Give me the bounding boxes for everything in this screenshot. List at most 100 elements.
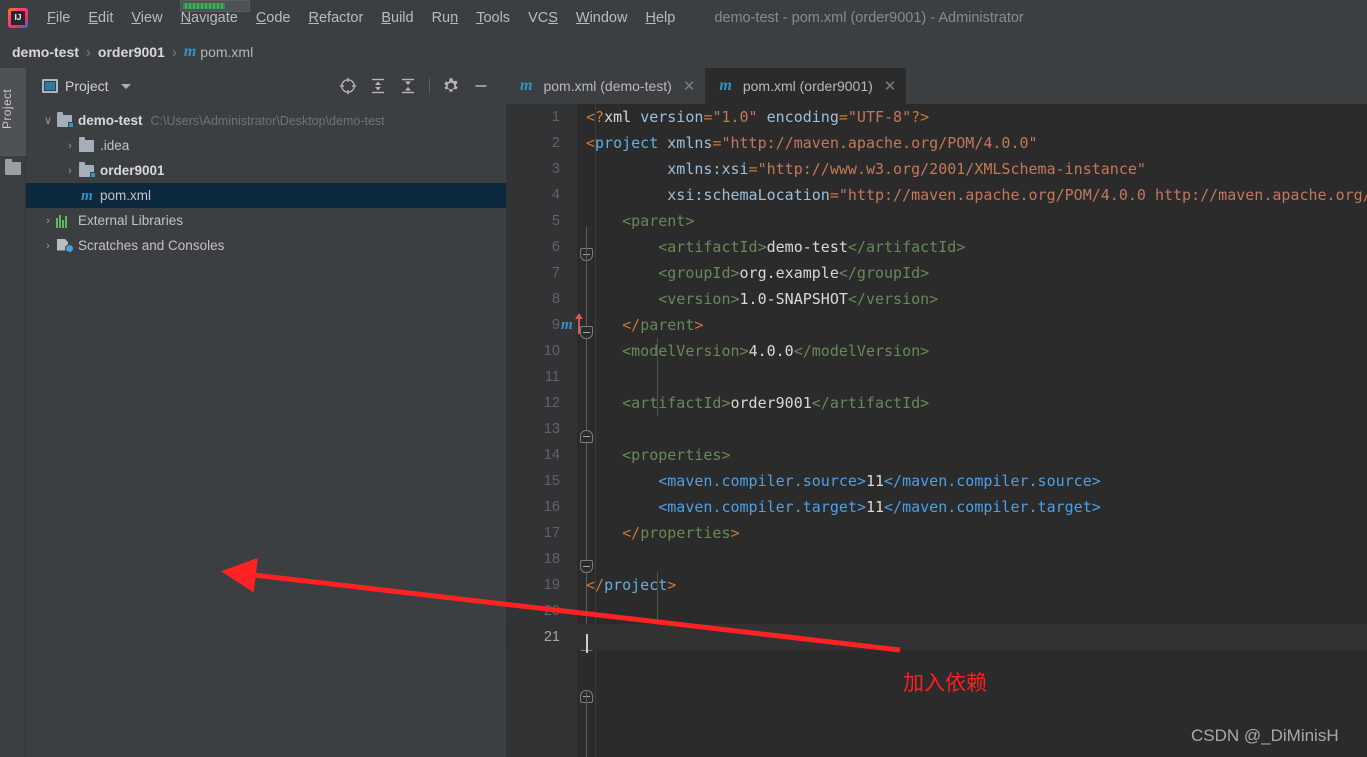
line-number: 19 xyxy=(543,577,560,593)
line-number: 20 xyxy=(543,603,560,619)
tree-node-demo-test[interactable]: ∨ demo-test C:\Users\Administrator\Desktop… xyxy=(26,108,506,133)
tree-node-label: .idea xyxy=(100,138,130,153)
tool-window-label-project: Project xyxy=(0,88,14,130)
menu-item-refactor[interactable]: Refactor xyxy=(300,6,373,30)
left-tool-window-strip: Project xyxy=(0,68,26,757)
locate-icon[interactable] xyxy=(333,73,363,99)
line-number: 7 xyxy=(551,265,560,281)
line-number: 3 xyxy=(551,161,560,177)
annotation-label: 加入依赖 xyxy=(903,671,987,695)
code-line-21[interactable]: 21 xyxy=(506,624,1367,650)
close-icon[interactable]: ✕ xyxy=(683,77,696,95)
code-text: </properties> xyxy=(622,524,740,542)
tree-node--idea[interactable]: › .idea xyxy=(26,133,506,158)
scratches-icon xyxy=(56,238,74,253)
code-text: <?xml version="1.0" encoding="UTF-8"?> xyxy=(586,108,930,126)
collapse-all-icon[interactable] xyxy=(393,73,423,99)
menu-bar: FileEditViewNavigateCodeRefactorBuildRun… xyxy=(0,0,1367,36)
tree-node-scratches-and-consoles[interactable]: › Scratches and Consoles xyxy=(26,233,506,258)
project-tree[interactable]: ∨ demo-test C:\Users\Administrator\Desktop… xyxy=(26,104,506,757)
project-panel-toolbar xyxy=(333,73,506,99)
tree-node-label: order9001 xyxy=(100,163,165,178)
code-line-6[interactable]: 6 <artifactId>demo-test</artifactId> xyxy=(506,234,1367,260)
editor-tab-demo-test[interactable]: m pom.xml (demo-test) ✕ xyxy=(506,68,705,104)
chevron-icon[interactable]: › xyxy=(40,215,56,227)
code-lines[interactable]: 1 <?xml version="1.0" encoding="UTF-8"?> 2… xyxy=(506,104,1367,757)
code-line-15[interactable]: 15 <maven.compiler.source>11</maven.comp… xyxy=(506,468,1367,494)
chevron-icon[interactable]: › xyxy=(62,165,78,177)
line-number: 12 xyxy=(543,395,560,411)
settings-gear-icon[interactable] xyxy=(436,73,466,99)
idea-window: FileEditViewNavigateCodeRefactorBuildRun… xyxy=(0,0,1367,757)
watermark-label: CSDN @_DiMinisH xyxy=(1191,726,1339,745)
line-number: 5 xyxy=(551,213,560,229)
chevron-icon[interactable]: ∨ xyxy=(40,114,56,127)
code-text: </parent> xyxy=(622,316,704,334)
code-text: <modelVersion>4.0.0</modelVersion> xyxy=(622,342,930,360)
tree-node-order9001[interactable]: › order9001 xyxy=(26,158,506,183)
code-line-4[interactable]: 4 xsi:schemaLocation="http://maven.apach… xyxy=(506,182,1367,208)
menu-item-window[interactable]: Window xyxy=(567,6,637,30)
chevron-down-icon[interactable] xyxy=(120,83,131,89)
code-line-17[interactable]: 17 </properties> xyxy=(506,520,1367,546)
intellij-idea-logo-icon xyxy=(8,8,28,28)
code-line-8[interactable]: 8 <version>1.0-SNAPSHOT</version> xyxy=(506,286,1367,312)
breadcrumb-item-project[interactable]: demo-test xyxy=(12,44,79,60)
code-line-5[interactable]: 5 <parent> xyxy=(506,208,1367,234)
folder-icon xyxy=(78,136,96,153)
menu-item-view[interactable]: View xyxy=(122,6,171,30)
code-text: <properties> xyxy=(622,446,731,464)
line-number: 9 xyxy=(551,317,560,333)
menu-item-run[interactable]: Run xyxy=(423,6,468,30)
menu-item-tools[interactable]: Tools xyxy=(467,6,519,30)
folder-icon[interactable] xyxy=(5,159,21,175)
code-text: <parent> xyxy=(622,212,695,230)
code-text: </project> xyxy=(586,576,677,594)
menu-item-build[interactable]: Build xyxy=(372,6,422,30)
tree-node-external-libraries[interactable]: › External Libraries xyxy=(26,208,506,233)
code-line-9[interactable]: 9 </parent> xyxy=(506,312,1367,338)
code-line-19[interactable]: 19 </project> xyxy=(506,572,1367,598)
maven-m-icon: m xyxy=(183,43,197,60)
menu-item-vcs[interactable]: VCS xyxy=(519,6,567,30)
menu-item-edit[interactable]: Edit xyxy=(79,6,122,30)
tree-node-path: C:\Users\Administrator\Desktop\demo-test xyxy=(150,113,385,128)
breadcrumb-item-file[interactable]: pom.xml xyxy=(200,44,253,60)
code-editor[interactable]: m 1 <?xml version="1.0" encoding="UTF-8"?… xyxy=(506,104,1367,757)
editor-tab-order9001[interactable]: m pom.xml (order9001) ✕ xyxy=(705,68,907,104)
tree-node-pom-xml[interactable]: m pom.xml xyxy=(26,183,506,208)
line-number: 13 xyxy=(543,421,560,437)
close-icon[interactable]: ✕ xyxy=(884,77,897,95)
breadcrumb-item-module[interactable]: order9001 xyxy=(98,44,165,60)
maven-m-icon: m xyxy=(520,77,533,94)
menu-item-help[interactable]: Help xyxy=(636,6,684,30)
line-number: 16 xyxy=(543,499,560,515)
breadcrumb-separator-icon: › xyxy=(85,43,91,61)
code-line-10[interactable]: 10 <modelVersion>4.0.0</modelVersion> xyxy=(506,338,1367,364)
menu-item-code[interactable]: Code xyxy=(247,6,300,30)
maven-m-icon: m xyxy=(719,77,732,94)
code-line-7[interactable]: 7 <groupId>org.example</groupId> xyxy=(506,260,1367,286)
code-line-14[interactable]: 14 <properties> xyxy=(506,442,1367,468)
chevron-icon[interactable]: › xyxy=(62,140,78,152)
code-line-1[interactable]: 1 <?xml version="1.0" encoding="UTF-8"?> xyxy=(506,104,1367,130)
code-line-11[interactable]: 11 xyxy=(506,364,1367,390)
code-line-18[interactable]: 18 xyxy=(506,546,1367,572)
menu-item-file[interactable]: File xyxy=(38,6,79,30)
code-line-3[interactable]: 3 xmlns:xsi="http://www.w3.org/2001/XMLS… xyxy=(506,156,1367,182)
toolbar-separator xyxy=(429,78,430,94)
code-line-12[interactable]: 12 <artifactId>order9001</artifactId> xyxy=(506,390,1367,416)
code-line-13[interactable]: 13 xyxy=(506,416,1367,442)
hide-panel-icon[interactable] xyxy=(466,73,496,99)
code-line-20[interactable]: 20 xyxy=(506,598,1367,624)
module-folder-icon xyxy=(56,111,74,128)
libraries-icon xyxy=(56,214,74,228)
chevron-icon[interactable]: › xyxy=(40,240,56,252)
code-line-2[interactable]: 2 <project xmlns="http://maven.apache.org… xyxy=(506,130,1367,156)
maven-m-icon: m xyxy=(81,187,93,204)
text-caret xyxy=(586,634,588,653)
tree-node-label: Scratches and Consoles xyxy=(78,238,225,253)
code-line-16[interactable]: 16 <maven.compiler.target>11</maven.comp… xyxy=(506,494,1367,520)
expand-all-icon[interactable] xyxy=(363,73,393,99)
code-text: xmlns:xsi="http://www.w3.org/2001/XMLSch… xyxy=(667,160,1146,178)
